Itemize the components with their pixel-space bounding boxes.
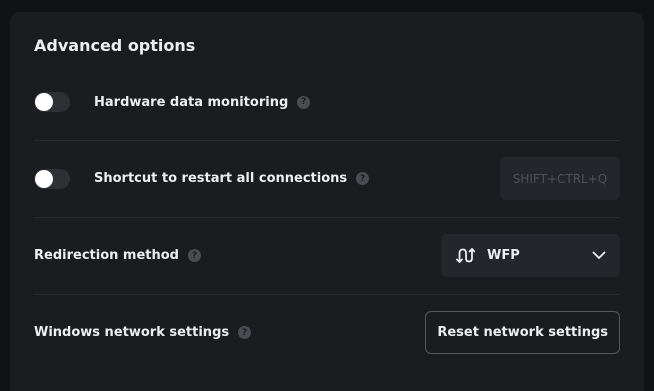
divider	[34, 294, 620, 295]
chevron-down-icon	[592, 251, 606, 259]
shortcut-field[interactable]: SHIFT+CTRL+Q	[500, 157, 620, 200]
restart-shortcut-toggle[interactable]	[34, 168, 70, 189]
help-icon[interactable]: ?	[356, 172, 370, 185]
setting-row-restart-shortcut: Shortcut to restart all connections ? SH…	[34, 157, 620, 200]
toggle-knob	[35, 93, 53, 111]
redirection-method-label: Redirection method	[34, 248, 179, 263]
divider	[34, 217, 620, 218]
reset-network-settings-button[interactable]: Reset network settings	[425, 311, 620, 354]
divider	[34, 140, 620, 141]
setting-row-redirection-method: Redirection method ? WFP	[34, 234, 620, 277]
windows-network-label: Windows network settings	[34, 325, 230, 340]
section-title: Advanced options	[34, 36, 196, 55]
setting-row-windows-network: Windows network settings ? Reset network…	[34, 311, 620, 354]
hardware-monitoring-toggle[interactable]	[34, 92, 70, 112]
redirection-method-select[interactable]: WFP	[441, 234, 620, 277]
hardware-monitoring-label: Hardware data monitoring	[94, 94, 289, 110]
select-value: WFP	[487, 248, 520, 263]
advanced-options-panel: Advanced options Hardware data monitorin…	[10, 12, 644, 391]
toggle-knob	[35, 169, 53, 188]
help-icon[interactable]: ?	[297, 95, 311, 109]
setting-row-hardware-monitoring: Hardware data monitoring ?	[34, 91, 620, 113]
help-icon[interactable]: ?	[238, 326, 252, 339]
help-icon[interactable]: ?	[187, 249, 201, 262]
swap-arrows-icon	[456, 248, 475, 263]
restart-shortcut-label: Shortcut to restart all connections	[94, 171, 348, 186]
